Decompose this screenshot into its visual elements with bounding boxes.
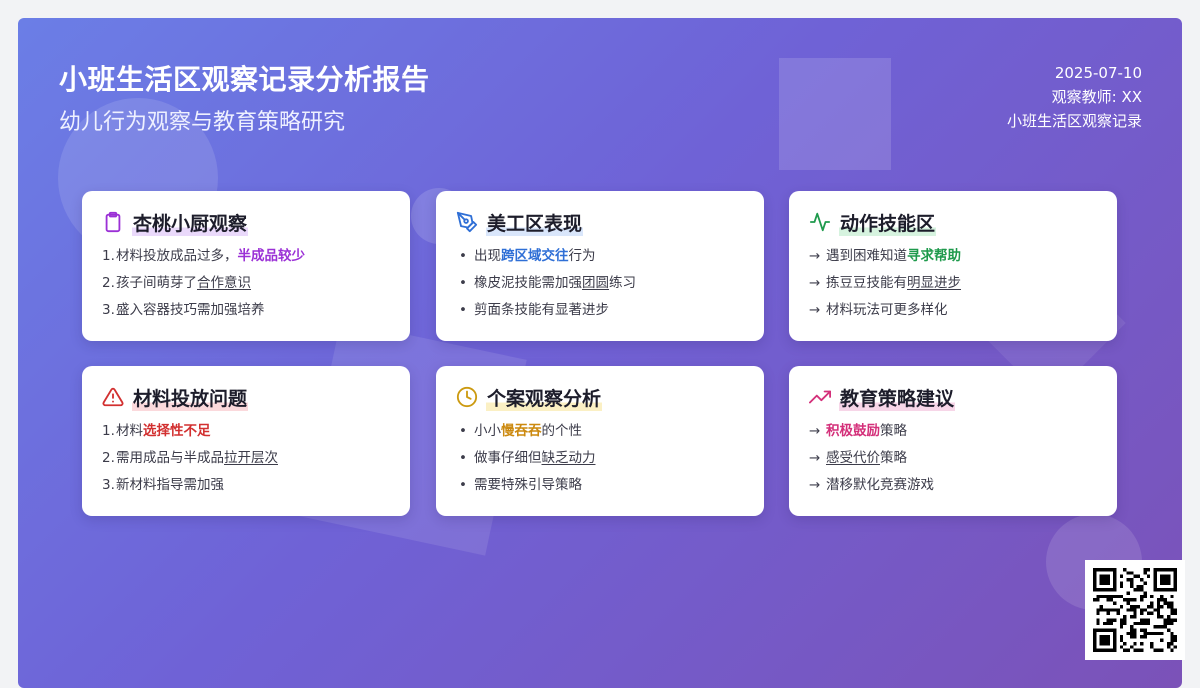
list-item: • 剪面条技能有显著进步 <box>459 302 609 318</box>
list-item: → 感受代价 策略 <box>809 450 907 466</box>
header-meta: 2025-07-10 观察教师: XX 小班生活区观察记录 <box>1007 61 1142 133</box>
qr-code-icon <box>1085 560 1185 660</box>
card-education-strategy: 教育策略建议 → 积极鼓励 策略 → 感受代价 策略 → 潜移默化竞赛游戏 <box>789 366 1117 516</box>
card-motor-skills: 动作技能区 → 遇到困难知道 寻求帮助 → 拣豆豆技能有 明显进步 → 材料玩法可更多样化 <box>789 191 1117 341</box>
card-art-area: 美工区表现 • 出现 跨区域交往 行为 • 橡皮泥技能需加强 团圆 练习 • 剪面条技能有显著… <box>436 191 764 341</box>
list-item: 3. 新材料指导需加强 <box>102 477 224 493</box>
card-title: 个案观察分析 <box>486 383 603 411</box>
report-date: 2025-07-10 <box>1054 64 1142 82</box>
card-title: 美工区表现 <box>486 208 584 236</box>
list-item: • 出现 跨区域交往 行为 <box>459 248 596 264</box>
card-kitchen-observation: 杏桃小厨观察 1. 材料投放成品过多， 半成品较少 2. 孩子间萌芽了 合作意识 3. 盛… <box>82 191 410 341</box>
report-slide: 小班生活区观察记录分析报告 幼儿行为观察与教育策略研究 2025-07-10 观… <box>18 18 1182 688</box>
list-item: • 需要特殊引导策略 <box>459 477 582 493</box>
page-title: 小班生活区观察记录分析报告 <box>59 63 430 96</box>
page-subtitle: 幼儿行为观察与教育策略研究 <box>59 110 346 135</box>
card-title: 材料投放问题 <box>132 383 249 411</box>
list-item: → 遇到困难知道 寻求帮助 <box>809 248 961 264</box>
list-item: → 潜移默化竞赛游戏 <box>809 477 934 493</box>
list-item: 1. 材料投放成品过多， 半成品较少 <box>102 248 305 264</box>
list-item: 3. 盛入容器技巧需加强培养 <box>102 302 265 318</box>
record-label: 小班生活区观察记录 <box>1006 112 1142 130</box>
card-case-analysis: 个案观察分析 • 小小 慢吞吞 的个性 • 做事仔细但 缺乏动力 • 需要特殊引导策略 <box>436 366 764 516</box>
decor-square <box>779 58 891 170</box>
list-item: 1. 材料 选择性不足 <box>102 423 211 439</box>
list-item: 2. 需用成品与半成品 拉开层次 <box>102 450 278 466</box>
list-item: 2. 孩子间萌芽了 合作意识 <box>102 275 251 291</box>
list-item: • 做事仔细但 缺乏动力 <box>459 450 596 466</box>
list-item: • 橡皮泥技能需加强 团圆 练习 <box>459 275 636 291</box>
list-item: → 拣豆豆技能有 明显进步 <box>809 275 961 291</box>
card-title: 杏桃小厨观察 <box>132 208 249 236</box>
card-material-issues: 材料投放问题 1. 材料 选择性不足 2. 需用成品与半成品 拉开层次 3. 新材料指导需… <box>82 366 410 516</box>
teacher-label: 观察教师: XX <box>1051 88 1142 106</box>
card-title: 动作技能区 <box>839 208 937 236</box>
warning-icon <box>102 386 124 408</box>
trending-up-icon <box>809 386 831 408</box>
card-title: 教育策略建议 <box>839 383 956 411</box>
pen-nib-icon <box>456 211 478 233</box>
list-item: → 材料玩法可更多样化 <box>809 302 948 318</box>
clock-icon <box>456 386 478 408</box>
clipboard-icon <box>102 211 124 233</box>
activity-icon <box>809 211 831 233</box>
list-item: • 小小 慢吞吞 的个性 <box>459 423 582 439</box>
list-item: → 积极鼓励 策略 <box>809 423 907 439</box>
